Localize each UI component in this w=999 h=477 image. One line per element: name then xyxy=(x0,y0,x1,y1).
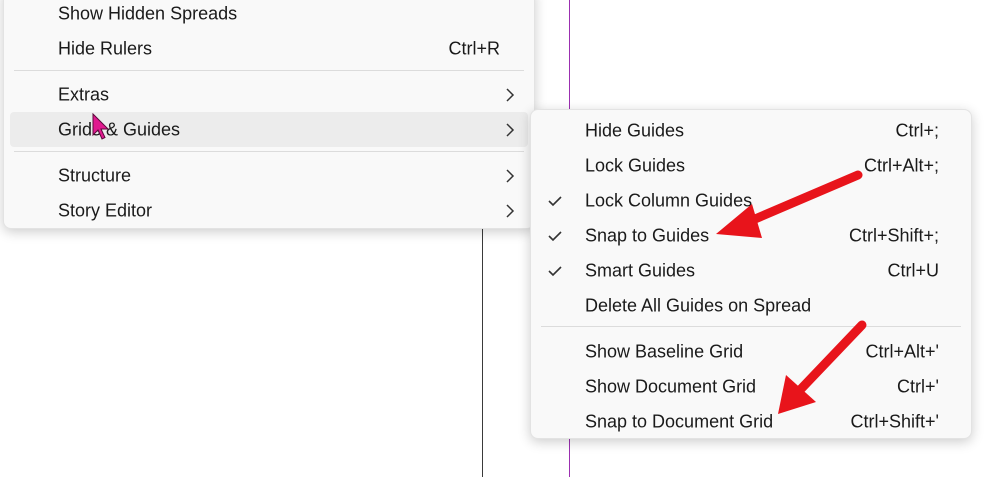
menu-item-show-hidden-spreads[interactable]: Show Hidden Spreads xyxy=(4,0,534,31)
chevron-right-icon xyxy=(506,203,515,218)
chevron-right-icon xyxy=(506,168,515,183)
menu-item-shortcut: Ctrl+' xyxy=(897,376,939,396)
chevron-right-icon xyxy=(506,87,515,102)
menu-item-delete-all-guides[interactable]: Delete All Guides on Spread xyxy=(531,288,971,323)
menu-item-show-document-grid[interactable]: Show Document Grid Ctrl+' xyxy=(531,369,971,404)
menu-item-label: Extras xyxy=(58,84,110,104)
menu-separator xyxy=(14,70,524,71)
menu-item-structure[interactable]: Structure xyxy=(4,158,534,193)
menu-item-label: Show Document Grid xyxy=(585,376,757,396)
menu-item-extras[interactable]: Extras xyxy=(4,77,534,112)
menu-item-shortcut: Ctrl+U xyxy=(887,260,939,280)
menu-item-story-editor[interactable]: Story Editor xyxy=(4,193,534,228)
grids-guides-submenu: Hide Guides Ctrl+; Lock Guides Ctrl+Alt+… xyxy=(530,109,972,439)
menu-item-snap-to-guides[interactable]: Snap to Guides Ctrl+Shift+; xyxy=(531,218,971,253)
menu-item-label: Show Hidden Spreads xyxy=(58,3,238,23)
menu-item-shortcut: Ctrl+R xyxy=(448,38,500,58)
menu-item-shortcut: Ctrl+Shift+; xyxy=(848,225,939,245)
menu-item-label: Grids & Guides xyxy=(58,119,181,139)
menu-item-lock-column-guides[interactable]: Lock Column Guides xyxy=(531,183,971,218)
menu-separator xyxy=(14,151,524,152)
check-icon xyxy=(548,195,562,206)
menu-item-label: Lock Guides xyxy=(585,155,686,175)
menu-item-grids-guides[interactable]: Grids & Guides xyxy=(10,112,528,147)
menu-item-label: Snap to Document Grid xyxy=(585,411,774,431)
menu-item-label: Snap to Guides xyxy=(585,225,710,245)
menu-item-lock-guides[interactable]: Lock Guides Ctrl+Alt+; xyxy=(531,148,971,183)
menu-item-show-baseline-grid[interactable]: Show Baseline Grid Ctrl+Alt+' xyxy=(531,334,971,369)
menu-item-shortcut: Ctrl+Shift+' xyxy=(850,411,939,431)
menu-item-label: Delete All Guides on Spread xyxy=(585,295,812,315)
check-icon xyxy=(548,265,562,276)
menu-separator xyxy=(541,326,961,327)
menu-item-shortcut: Ctrl+; xyxy=(895,120,939,140)
menu-item-label: Hide Guides xyxy=(585,120,685,140)
menu-item-label: Hide Rulers xyxy=(58,38,153,58)
check-icon xyxy=(548,230,562,241)
menu-item-label: Structure xyxy=(58,165,132,185)
menu-item-hide-guides[interactable]: Hide Guides Ctrl+; xyxy=(531,113,971,148)
menu-item-hide-rulers[interactable]: Hide Rulers Ctrl+R xyxy=(4,31,534,66)
menu-item-shortcut: Ctrl+Alt+' xyxy=(865,341,939,361)
menu-item-smart-guides[interactable]: Smart Guides Ctrl+U xyxy=(531,253,971,288)
menu-item-label: Story Editor xyxy=(58,200,153,220)
menu-item-snap-to-document-grid[interactable]: Snap to Document Grid Ctrl+Shift+' xyxy=(531,404,971,439)
menu-item-label: Lock Column Guides xyxy=(585,190,753,210)
menu-item-label: Smart Guides xyxy=(585,260,696,280)
chevron-right-icon xyxy=(506,122,515,137)
mouse-pointer-icon xyxy=(92,113,110,140)
page-edge-line xyxy=(482,228,483,477)
view-menu: Show Hidden Spreads Hide Rulers Ctrl+R E… xyxy=(3,0,535,229)
menu-item-label: Show Baseline Grid xyxy=(585,341,744,361)
menu-item-shortcut: Ctrl+Alt+; xyxy=(863,155,939,175)
